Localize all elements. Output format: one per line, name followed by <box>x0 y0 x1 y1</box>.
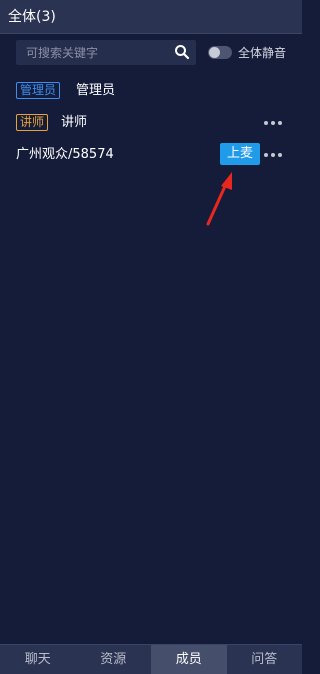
mute-all-label: 全体静音 <box>238 46 287 60</box>
toggle-knob <box>209 47 220 58</box>
tab-resources[interactable]: 资源 <box>76 645 152 674</box>
member-row-teacher: 讲师 讲师 <box>0 111 302 135</box>
annotation-arrow-icon <box>206 172 232 226</box>
search-box[interactable] <box>16 40 196 65</box>
bottom-tab-bar: 聊天 资源 成员 问答 <box>0 644 302 674</box>
search-input[interactable] <box>16 40 166 65</box>
search-icon[interactable] <box>174 44 190 60</box>
tab-qa[interactable]: 问答 <box>227 645 303 674</box>
role-badge-admin: 管理员 <box>16 82 61 99</box>
mute-all-toggle[interactable] <box>208 46 232 59</box>
member-name-audience: 广州观众/58574 <box>16 147 114 162</box>
tab-members[interactable]: 成员 <box>151 645 227 674</box>
search-row: 全体静音 <box>0 40 302 66</box>
role-badge-teacher: 讲师 <box>16 114 49 131</box>
more-options-icon[interactable] <box>264 121 282 126</box>
tab-chat[interactable]: 聊天 <box>0 645 76 674</box>
member-row-admin: 管理员 管理员 <box>0 79 302 103</box>
join-mic-button[interactable]: 上麦 <box>220 143 260 165</box>
member-name-teacher: 讲师 <box>61 115 88 130</box>
member-row-audience: 广州观众/58574 上麦 <box>0 143 302 167</box>
more-options-icon[interactable] <box>264 153 282 158</box>
member-list-header: 全体(3) <box>0 0 302 34</box>
member-name-admin: 管理员 <box>76 83 116 98</box>
member-count-title: 全体(3) <box>8 9 56 25</box>
